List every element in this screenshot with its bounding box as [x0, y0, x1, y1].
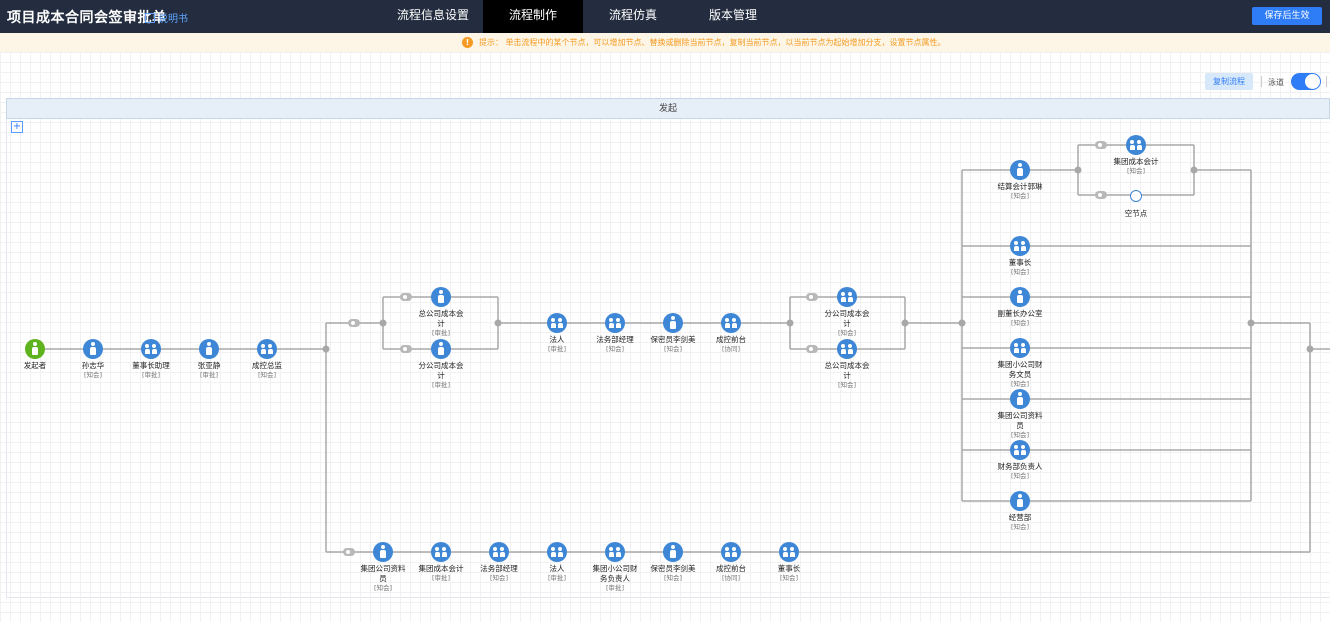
node-role: [协同] — [721, 345, 741, 353]
group-icon — [547, 313, 567, 333]
person-icon — [1010, 287, 1030, 307]
node-name: 成控前台 — [716, 335, 746, 344]
flow-node[interactable]: 董事长 [知会] — [985, 236, 1055, 277]
flow-node[interactable]: 总公司成本会计 [审批] — [406, 287, 476, 338]
group-icon — [1126, 135, 1146, 155]
node-name: 财务部负责人 — [997, 462, 1043, 471]
node-role: [知会] — [1010, 472, 1030, 480]
node-role: [知会] — [373, 584, 393, 592]
group-icon — [1010, 440, 1030, 460]
person-icon — [431, 287, 451, 307]
person-icon — [83, 339, 103, 359]
group-icon — [837, 339, 857, 359]
flow-node[interactable]: 成控前台 [协同] — [696, 313, 766, 354]
node-name: 总公司成本会计 — [824, 361, 870, 380]
flow-node[interactable]: 结算会计郭琳 [知会] — [985, 160, 1055, 201]
flow-node[interactable]: 分公司成本会计 [知会] — [812, 287, 882, 338]
node-name: 成控总监 — [252, 361, 282, 370]
group-icon — [141, 339, 161, 359]
person-icon — [1010, 389, 1030, 409]
group-icon — [547, 542, 567, 562]
node-role: [知会] — [1010, 523, 1030, 531]
flow-node[interactable]: 成控总监 [知会] — [232, 339, 302, 380]
group-icon — [721, 313, 741, 333]
node-role: [知会] — [837, 329, 857, 337]
node-name: 集团成本会计 — [1113, 157, 1159, 166]
flow-node[interactable]: 财务部负责人 [知会] — [985, 440, 1055, 481]
group-icon — [779, 542, 799, 562]
node-name: 董事长 — [1008, 258, 1032, 267]
node-name: 集团公司资料员 — [997, 411, 1043, 430]
node-role: [审批] — [605, 584, 625, 592]
node-role: [知会] — [837, 381, 857, 389]
node-name: 总公司成本会计 — [418, 309, 464, 328]
node-role: [知会] — [1126, 167, 1146, 175]
node-role: [知会] — [1010, 192, 1030, 200]
flow-node[interactable]: 集团成本会计 [知会] — [1101, 135, 1171, 176]
group-icon — [721, 542, 741, 562]
group-icon — [837, 287, 857, 307]
flow-node[interactable]: 集团小公司财务文员 [知会] — [985, 338, 1055, 389]
node-role: [审批] — [431, 381, 451, 389]
person-icon — [663, 313, 683, 333]
person-icon — [373, 542, 393, 562]
flow-node-empty[interactable]: 空节点 — [1101, 185, 1171, 219]
flow-node[interactable]: 副董长办公室 [知会] — [985, 287, 1055, 328]
node-role: [知会] — [1010, 268, 1030, 276]
group-icon — [489, 542, 509, 562]
person-icon — [1010, 491, 1030, 511]
person-icon — [1010, 160, 1030, 180]
group-icon — [1010, 236, 1030, 256]
empty-node-icon — [1130, 190, 1142, 202]
group-icon — [605, 542, 625, 562]
flow-node[interactable]: 集团公司资料员 [知会] — [985, 389, 1055, 440]
group-icon — [1010, 338, 1030, 358]
node-name: 分公司成本会计 — [418, 361, 464, 380]
branch-condition-icon[interactable] — [348, 319, 360, 327]
node-name: 董事长 — [777, 564, 801, 573]
node-name: 集团小公司财务文员 — [997, 360, 1043, 379]
group-icon — [605, 313, 625, 333]
node-name: 副董长办公室 — [997, 309, 1043, 318]
initiator-icon — [25, 339, 45, 359]
node-role: [审批] — [431, 329, 451, 337]
group-icon — [431, 542, 451, 562]
node-name: 经营部 — [1008, 513, 1032, 522]
person-icon — [663, 542, 683, 562]
node-role: [知会] — [1010, 380, 1030, 388]
node-name: 空节点 — [1124, 209, 1148, 218]
flow-node[interactable]: 分公司成本会计 [审批] — [406, 339, 476, 390]
group-icon — [257, 339, 277, 359]
person-icon — [199, 339, 219, 359]
node-role: [知会] — [1010, 431, 1030, 439]
node-name: 结算会计郭琳 — [997, 182, 1043, 191]
flow-node[interactable]: 总公司成本会计 [知会] — [812, 339, 882, 390]
flow-node[interactable]: 董事长 [知会] — [754, 542, 824, 583]
node-role: [知会] — [1010, 319, 1030, 327]
flow-node[interactable]: 经营部 [知会] — [985, 491, 1055, 532]
person-icon — [431, 339, 451, 359]
flow-connectors — [45, 144, 1330, 553]
node-role: [知会] — [257, 371, 277, 379]
node-name: 分公司成本会计 — [824, 309, 870, 328]
node-role: [知会] — [779, 574, 799, 582]
